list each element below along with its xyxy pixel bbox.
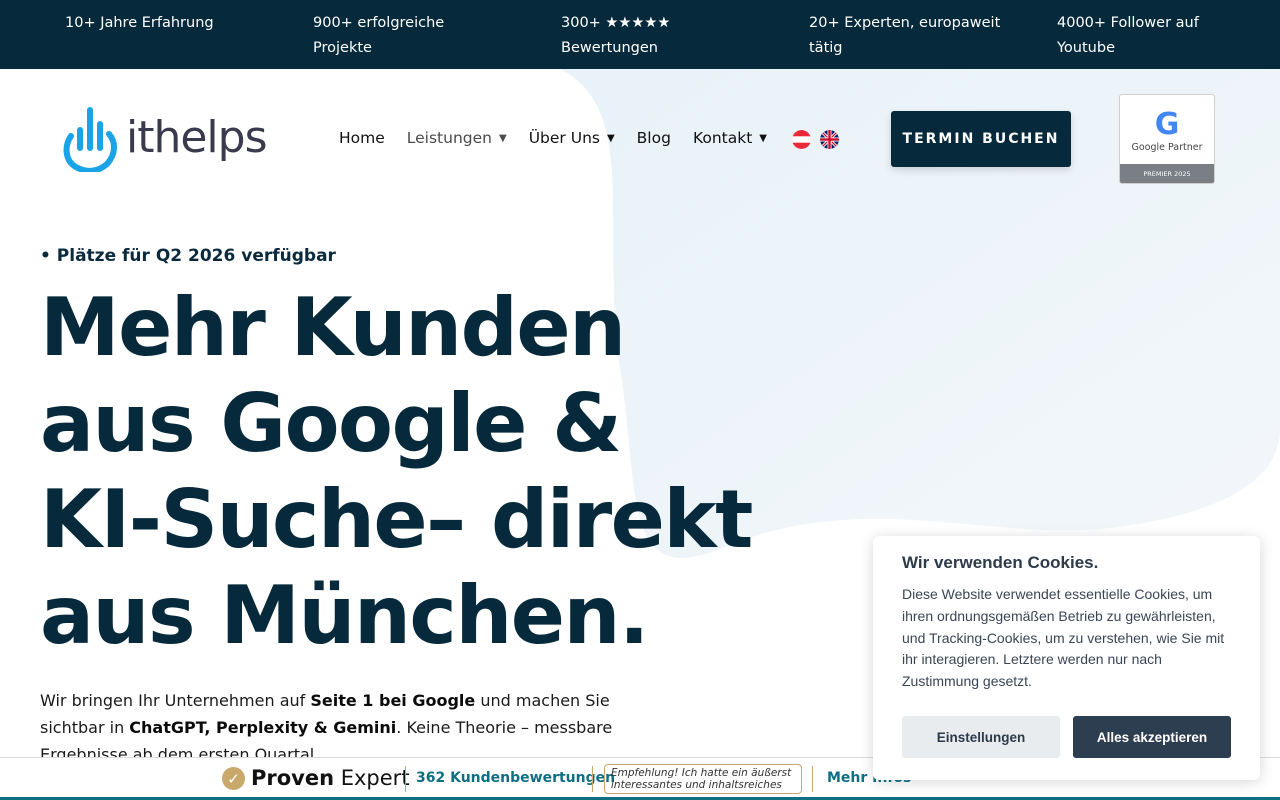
divider: [812, 766, 813, 792]
cookie-consent-dialog: Wir verwenden Cookies. Diese Website ver…: [873, 536, 1260, 780]
uk-flag-icon[interactable]: [820, 130, 839, 149]
brand-regular: Expert: [334, 766, 410, 790]
lead-part: Wir bringen Ihr Unternehmen auf: [40, 691, 311, 710]
nav-blog[interactable]: Blog: [637, 129, 671, 147]
cookie-accept-all-button[interactable]: Alles akzeptieren: [1073, 716, 1231, 758]
chevron-down-icon: ▼: [759, 132, 767, 144]
lead-bold-part: ChatGPT, Perplexity & Gemini: [129, 718, 397, 737]
stat-youtube: 4000+ Follower auf Youtube: [1057, 15, 1199, 56]
hero-lead: Wir bringen Ihr Unternehmen auf Seite 1 …: [40, 687, 650, 768]
austria-flag-icon[interactable]: [792, 130, 811, 149]
nav-kontakt-label: Kontakt: [692, 129, 753, 147]
nav-blog-label: Blog: [636, 129, 671, 147]
cookie-text: Diese Website verwendet essentielle Cook…: [902, 586, 1225, 690]
site-header: ithelps Home Leistungen ▼ Über Uns ▼ Blog …: [0, 69, 1280, 209]
nav-home-label: Home: [339, 129, 385, 147]
hero-headline: Mehr Kunden aus Google & KI-Suche– direk…: [40, 281, 753, 662]
chevron-down-icon: ▼: [606, 132, 615, 144]
stat-experience: 10+ Jahre Erfahrung: [65, 15, 214, 31]
divider: [405, 766, 406, 792]
logo-wordmark: ithelps: [126, 111, 268, 163]
cookie-settings-button[interactable]: Einstellungen: [902, 716, 1060, 758]
stat-projects: 900+ erfolgreiche Projekte: [313, 15, 445, 56]
proven-expert-logo: Proven Expert: [251, 766, 410, 790]
premier-label: PREMIER 2025: [1120, 164, 1214, 183]
nav-home[interactable]: Home: [339, 129, 385, 147]
check-icon: ✓: [222, 767, 245, 790]
stat-experts: 20+ Experten, europaweit tätig: [809, 15, 1001, 56]
google-partner-badge[interactable]: G Google Partner PREMIER 2025: [1119, 94, 1215, 184]
chevron-down-icon: ▼: [499, 132, 507, 144]
nav-leistungen[interactable]: Leistungen ▼: [407, 129, 507, 147]
ithelps-logo[interactable]: ithelps: [62, 106, 268, 172]
cookie-title: Wir verwenden Cookies.: [902, 553, 1099, 572]
power-hand-icon: [63, 107, 117, 172]
google-g-icon: G: [1154, 107, 1180, 142]
nav-ueber-uns[interactable]: Über Uns ▼: [529, 129, 615, 147]
nav-kontakt[interactable]: Kontakt ▼: [693, 129, 767, 147]
google-partner-label: Google Partner: [1131, 142, 1203, 153]
review-quote: Empfehlung! Ich hatte ein äußerst intere…: [604, 764, 802, 794]
stat-reviews: 300+ ★★★★★ Bewertungen: [561, 15, 671, 56]
main-navigation: Home Leistungen ▼ Über Uns ▼ Blog Kontakt ▼: [339, 129, 789, 147]
lead-bold-part: Seite 1 bei Google: [310, 691, 476, 710]
book-appointment-button[interactable]: TERMIN BUCHEN: [891, 111, 1071, 167]
top-stats-bar: 10+ Jahre Erfahrung 900+ erfolgreiche Pr…: [0, 0, 1280, 69]
divider: [592, 766, 593, 792]
brand-bold: Proven: [251, 766, 335, 790]
language-switcher: [792, 130, 839, 149]
nav-ueber-uns-label: Über Uns: [528, 129, 600, 147]
nav-leistungen-label: Leistungen: [406, 129, 492, 147]
availability-eyebrow: • Plätze für Q2 2026 verfügbar: [40, 246, 336, 266]
review-count-link[interactable]: 362 Kundenbewertungen: [416, 770, 615, 786]
